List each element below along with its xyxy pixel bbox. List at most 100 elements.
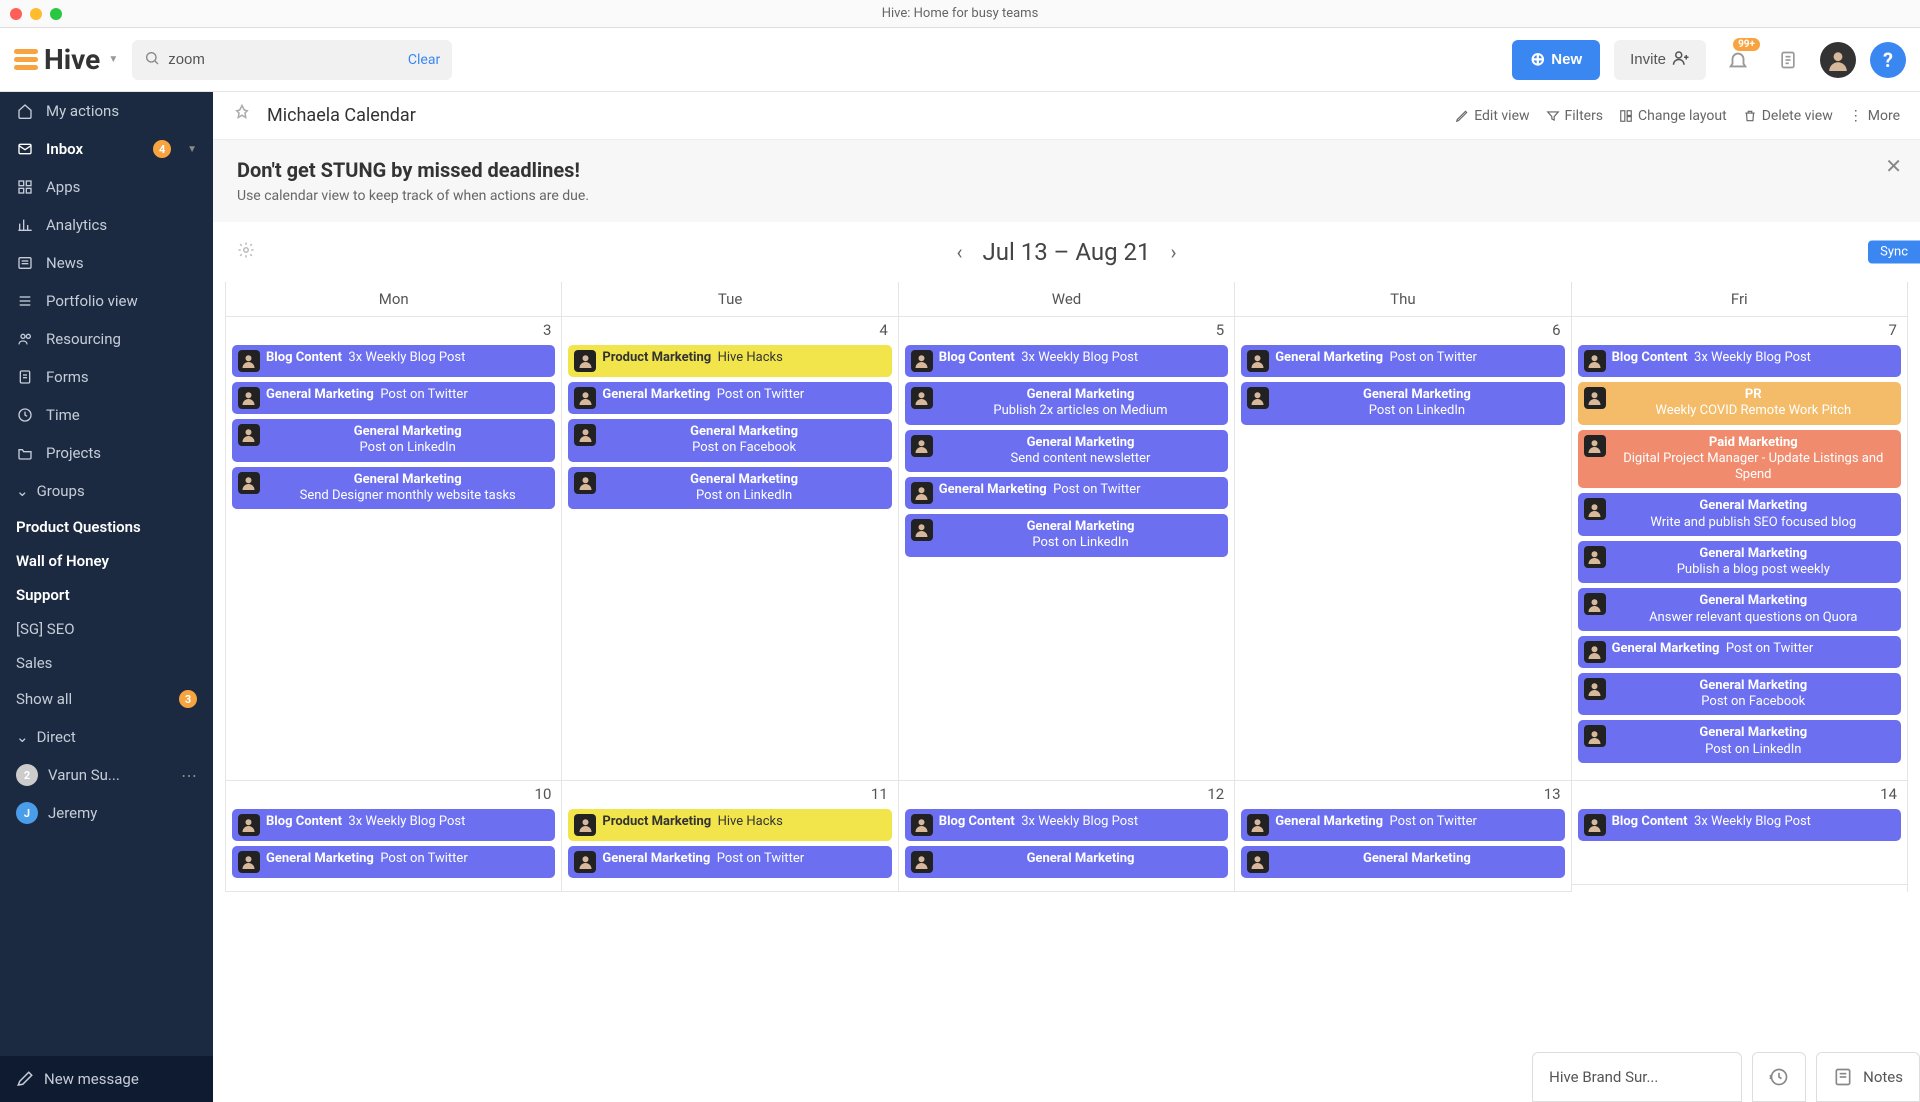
sidebar-group[interactable]: [SG] SEO — [0, 612, 213, 646]
sidebar-dm[interactable]: JJeremy — [0, 794, 213, 832]
tray-document[interactable]: Hive Brand Sur... — [1532, 1052, 1742, 1102]
calendar-event[interactable]: General MarketingSend Designer monthly w… — [232, 467, 555, 510]
sidebar-group[interactable]: Wall of Honey — [0, 544, 213, 578]
sidebar-item-forms[interactable]: Forms — [0, 358, 213, 396]
calendar-cell[interactable]: Blog Content 3x Weekly Blog Post General … — [226, 805, 561, 892]
calendar-event[interactable]: General MarketingWrite and publish SEO f… — [1578, 493, 1901, 536]
badge: 4 — [153, 140, 171, 158]
calendar-event[interactable]: Blog Content 3x Weekly Blog Post — [905, 345, 1228, 377]
sidebar-item-resourcing[interactable]: Resourcing — [0, 320, 213, 358]
search-clear-button[interactable]: Clear — [408, 52, 440, 68]
sidebar-item-time[interactable]: Time — [0, 396, 213, 434]
calendar-cell[interactable]: Blog Content 3x Weekly Blog Post PRWeekly… — [1572, 341, 1907, 781]
change-layout-button[interactable]: Change layout — [1619, 108, 1727, 124]
sidebar-item-inbox[interactable]: Inbox4▼ — [0, 130, 213, 168]
edit-view-button[interactable]: Edit view — [1455, 108, 1529, 124]
app-logo[interactable]: Hive ▼ — [14, 43, 118, 76]
calendar-event[interactable]: General MarketingPost on Facebook — [1578, 673, 1901, 716]
calendar-event[interactable]: Blog Content 3x Weekly Blog Post — [1578, 345, 1901, 377]
sidebar-item-portfolio-view[interactable]: Portfolio view — [0, 282, 213, 320]
sidebar-item-news[interactable]: News — [0, 244, 213, 282]
help-button[interactable]: ? — [1870, 42, 1906, 78]
calendar-cell[interactable]: Blog Content 3x Weekly Blog Post General … — [226, 341, 561, 781]
calendar-event[interactable]: PRWeekly COVID Remote Work Pitch — [1578, 382, 1901, 425]
calendar-event[interactable]: General MarketingAnswer relevant questio… — [1578, 588, 1901, 631]
sidebar-item-projects[interactable]: Projects — [0, 434, 213, 472]
calendar-event[interactable]: General MarketingPublish 2x articles on … — [905, 382, 1228, 425]
calendar-cell[interactable]: Product Marketing Hive Hacks General Mark… — [562, 341, 897, 781]
search-box[interactable]: Clear — [132, 40, 452, 80]
prev-button[interactable]: ‹ — [936, 240, 982, 264]
calendar-cell[interactable]: General Marketing Post on Twitter General… — [1235, 805, 1570, 892]
tray-history[interactable] — [1752, 1052, 1806, 1102]
day-number: 6 — [1235, 317, 1570, 341]
close-icon[interactable]: ✕ — [1885, 154, 1902, 178]
calendar-cell[interactable]: Blog Content 3x Weekly Blog Post General … — [899, 805, 1234, 892]
sidebar-group[interactable]: Support — [0, 578, 213, 612]
calendar-event[interactable]: General Marketing Post on Twitter — [232, 382, 555, 414]
calendar-event[interactable]: General Marketing — [1241, 846, 1564, 878]
calendar-event[interactable]: Blog Content 3x Weekly Blog Post — [232, 345, 555, 377]
minimize-window-button[interactable] — [30, 8, 42, 20]
calendar-event[interactable]: General Marketing Post on Twitter — [568, 382, 891, 414]
day-header: Mon — [226, 282, 561, 317]
next-button[interactable]: › — [1151, 240, 1197, 264]
maximize-window-button[interactable] — [50, 8, 62, 20]
notifications-button[interactable]: 99+ — [1720, 42, 1756, 78]
calendar-event[interactable]: General Marketing Post on Twitter — [1241, 345, 1564, 377]
filters-button[interactable]: Filters — [1546, 108, 1604, 124]
calendar-event[interactable]: General MarketingPost on LinkedIn — [1578, 720, 1901, 763]
calendar-cell[interactable]: Blog Content 3x Weekly Blog Post General … — [899, 341, 1234, 781]
news-icon — [16, 254, 34, 272]
calendar-event[interactable]: Blog Content 3x Weekly Blog Post — [232, 809, 555, 841]
calendar-event[interactable]: General MarketingPost on LinkedIn — [568, 467, 891, 510]
sidebar-groups-toggle[interactable]: ⌄ Groups — [0, 472, 213, 510]
calendar-event[interactable]: Blog Content 3x Weekly Blog Post — [1578, 809, 1901, 841]
calendar-cell[interactable]: Blog Content 3x Weekly Blog Post — [1572, 805, 1907, 885]
calendar-event[interactable]: Paid MarketingDigital Project Manager - … — [1578, 430, 1901, 489]
tray-notes[interactable]: Notes — [1816, 1052, 1920, 1102]
calendar-event[interactable]: General MarketingPost on Facebook — [568, 419, 891, 462]
traffic-lights[interactable] — [10, 8, 62, 20]
calendar-event[interactable]: General Marketing Post on Twitter — [1241, 809, 1564, 841]
document-icon[interactable] — [1770, 42, 1806, 78]
calendar-event[interactable]: General Marketing Post on Twitter — [905, 477, 1228, 509]
sidebar-group[interactable]: Product Questions — [0, 510, 213, 544]
search-input[interactable] — [168, 51, 408, 68]
calendar-event[interactable]: General MarketingPublish a blog post wee… — [1578, 541, 1901, 584]
calendar-event[interactable]: General MarketingPost on LinkedIn — [905, 514, 1228, 557]
calendar-cell[interactable]: General Marketing Post on Twitter General… — [1235, 341, 1570, 781]
sidebar-item-my-actions[interactable]: My actions — [0, 92, 213, 130]
gear-icon[interactable] — [237, 241, 255, 264]
sidebar-direct-toggle[interactable]: ⌄ Direct — [0, 718, 213, 756]
sidebar-item-analytics[interactable]: Analytics — [0, 206, 213, 244]
sidebar-item-apps[interactable]: Apps — [0, 168, 213, 206]
calendar-event[interactable]: General MarketingPost on LinkedIn — [1241, 382, 1564, 425]
day-header: Thu — [1235, 282, 1570, 317]
sidebar-group[interactable]: Sales — [0, 646, 213, 680]
calendar-event[interactable]: Product Marketing Hive Hacks — [568, 809, 891, 841]
calendar-event[interactable]: Product Marketing Hive Hacks — [568, 345, 891, 377]
calendar-event[interactable]: General Marketing Post on Twitter — [232, 846, 555, 878]
delete-view-button[interactable]: Delete view — [1743, 108, 1833, 124]
calendar-scroll[interactable]: MonTueWedThuFri 34567 Blog Content 3x We… — [213, 282, 1920, 1102]
banner-subtext: Use calendar view to keep track of when … — [237, 188, 1896, 204]
new-button[interactable]: ⊕ New — [1512, 40, 1600, 80]
more-icon[interactable]: ⋯ — [181, 766, 197, 785]
calendar-event[interactable]: General MarketingPost on LinkedIn — [232, 419, 555, 462]
invite-button[interactable]: Invite — [1614, 40, 1706, 80]
calendar-event[interactable]: General Marketing Post on Twitter — [568, 846, 891, 878]
new-message-button[interactable]: New message — [0, 1056, 213, 1102]
sidebar-show-all[interactable]: Show all 3 — [0, 680, 213, 718]
sidebar-dm[interactable]: 2Varun Su...⋯ — [0, 756, 213, 794]
more-button[interactable]: ⋮ More — [1849, 108, 1900, 124]
user-avatar[interactable] — [1820, 42, 1856, 78]
calendar-event[interactable]: General MarketingSend content newsletter — [905, 430, 1228, 473]
calendar-event[interactable]: Blog Content 3x Weekly Blog Post — [905, 809, 1228, 841]
calendar-event[interactable]: General Marketing — [905, 846, 1228, 878]
close-window-button[interactable] — [10, 8, 22, 20]
calendar-cell[interactable]: Product Marketing Hive Hacks General Mark… — [562, 805, 897, 892]
calendar-event[interactable]: General Marketing Post on Twitter — [1578, 636, 1901, 668]
sync-button[interactable]: Sync — [1868, 241, 1920, 264]
pin-icon[interactable] — [233, 104, 251, 127]
